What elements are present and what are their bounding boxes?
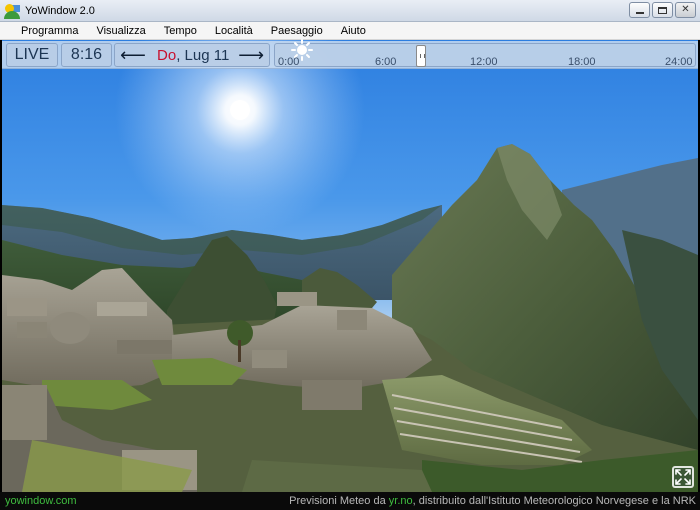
menu-aiuto[interactable]: Aiuto <box>332 25 375 37</box>
live-button[interactable]: LIVE <box>6 43 58 67</box>
landscape-scene <box>2 40 698 492</box>
forecast-credits: Previsioni Meteo da yr.no, distribuito d… <box>289 495 696 507</box>
timeline-tick: 6:00 <box>375 56 397 68</box>
time-control-bar: LIVE 8:16 ⟵ Do, Lug 11 ⟶ 0:00 6:00 12:00… <box>2 39 698 69</box>
menu-tempo[interactable]: Tempo <box>155 25 206 37</box>
sun-glow <box>115 40 365 235</box>
minimize-icon <box>635 11 644 14</box>
timeline-tick: 12:00 <box>470 56 498 68</box>
clock-display: 8:16 <box>61 43 112 67</box>
menu-programma[interactable]: Programma <box>12 25 87 37</box>
yowindow-link[interactable]: yowindow.com <box>5 495 77 507</box>
timeline-tick: 18:00 <box>568 56 596 68</box>
ruins-dome <box>50 312 90 344</box>
landscape-illustration <box>2 40 698 492</box>
menu-localita[interactable]: Località <box>206 25 262 37</box>
sun <box>230 100 250 120</box>
timeline-tick: 24:00 <box>665 56 693 68</box>
yr-link[interactable]: yr.no <box>389 495 413 507</box>
date-day-of-week: Do <box>157 47 177 64</box>
timeline-handle[interactable] <box>416 45 426 67</box>
menu-visualizza[interactable]: Visualizza <box>87 25 154 37</box>
credit-prefix: Previsioni Meteo da <box>289 495 389 507</box>
maximize-button[interactable] <box>652 2 673 18</box>
expand-icon <box>675 469 691 485</box>
close-icon: ✕ <box>681 4 690 15</box>
title-bar: YoWindow 2.0 ✕ <box>0 0 700 22</box>
maximize-icon <box>658 6 667 14</box>
close-button[interactable]: ✕ <box>675 2 696 18</box>
date-day-month: , Lug 11 <box>176 47 230 64</box>
credit-suffix: , distribuito dall'Istituto Meteorologic… <box>412 495 696 507</box>
arrow-right-icon[interactable]: ⟶ <box>238 45 264 65</box>
status-bar: yowindow.com Previsioni Meteo da yr.no, … <box>0 492 700 510</box>
date-navigator: ⟵ Do, Lug 11 ⟶ <box>114 43 270 67</box>
minimize-button[interactable] <box>629 2 650 18</box>
timeline-slider[interactable]: 0:00 6:00 12:00 18:00 24:00 <box>274 39 696 68</box>
fullscreen-button[interactable] <box>672 466 694 488</box>
window-title: YoWindow 2.0 <box>25 4 95 17</box>
menu-bar: Programma Visualizza Tempo Località Paes… <box>0 22 700 40</box>
date-label: Do, Lug 11 <box>157 47 229 64</box>
timeline-tick: 0:00 <box>278 56 300 68</box>
menu-paesaggio[interactable]: Paesaggio <box>262 25 332 37</box>
arrow-left-icon[interactable]: ⟵ <box>120 45 146 65</box>
app-icon <box>4 3 20 19</box>
